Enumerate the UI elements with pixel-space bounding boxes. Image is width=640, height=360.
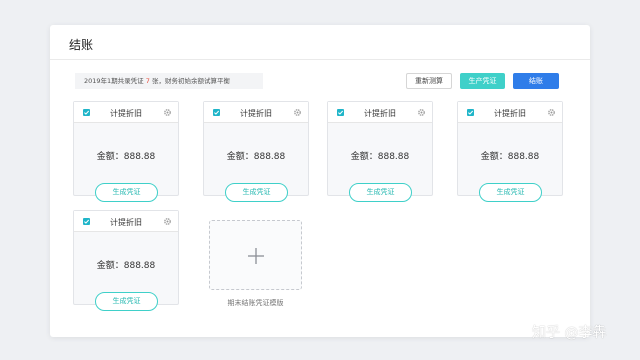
card-header: 计提折旧 — [74, 211, 178, 232]
generate-card-voucher-button[interactable]: 生成凭证 — [349, 183, 412, 202]
add-template-button[interactable] — [209, 220, 302, 290]
gear-icon[interactable] — [293, 108, 302, 117]
depreciation-card: 计提折旧 金额：888.88 生成凭证 — [73, 101, 179, 202]
card-amount: 金额：888.88 — [350, 152, 410, 162]
recalculate-button[interactable]: 重新测算 — [406, 73, 452, 89]
closing-panel: 结账 2019年1期共录凭证 7 张，财务初始余额试算平衡 重新测算 生产凭证 … — [50, 25, 590, 337]
gear-icon[interactable] — [547, 108, 556, 117]
summary-suffix: 张，财务初始余额试算平衡 — [151, 77, 230, 85]
card-header: 计提折旧 — [328, 102, 432, 123]
gear-icon[interactable] — [417, 108, 426, 117]
card-header: 计提折旧 — [458, 102, 562, 123]
depreciation-card: 计提折旧 金额：888.88 生成凭证 — [73, 210, 179, 311]
summary-bar: 2019年1期共录凭证 7 张，财务初始余额试算平衡 — [75, 73, 263, 89]
card-amount: 金额：888.88 — [96, 261, 156, 271]
card-amount: 金额：888.88 — [480, 152, 540, 162]
title-divider — [50, 59, 590, 60]
gear-icon[interactable] — [163, 108, 172, 117]
watermark: 知乎 @李犇 — [532, 325, 607, 341]
page-title: 结账 — [69, 38, 94, 52]
card-header: 计提折旧 — [74, 102, 178, 123]
gear-icon[interactable] — [163, 217, 172, 226]
close-period-button[interactable]: 结账 — [513, 73, 559, 89]
generate-card-voucher-button[interactable]: 生成凭证 — [95, 292, 158, 311]
card-amount: 金额：888.88 — [96, 152, 156, 162]
generate-card-voucher-button[interactable]: 生成凭证 — [225, 183, 288, 202]
summary-prefix: 2019年1期共录凭证 — [84, 77, 144, 85]
depreciation-card: 计提折旧 金额：888.88 生成凭证 — [457, 101, 563, 202]
card-header: 计提折旧 — [204, 102, 308, 123]
generate-voucher-button[interactable]: 生产凭证 — [460, 73, 505, 89]
depreciation-card: 计提折旧 金额：888.88 生成凭证 — [203, 101, 309, 202]
generate-card-voucher-button[interactable]: 生成凭证 — [95, 183, 158, 202]
generate-card-voucher-button[interactable]: 生成凭证 — [479, 183, 542, 202]
plus-icon — [248, 248, 264, 264]
template-label: 期末结账凭证模版 — [227, 299, 284, 307]
voucher-count: 7 — [145, 77, 150, 85]
depreciation-card: 计提折旧 金额：888.88 生成凭证 — [327, 101, 433, 202]
card-amount: 金额：888.88 — [226, 152, 286, 162]
